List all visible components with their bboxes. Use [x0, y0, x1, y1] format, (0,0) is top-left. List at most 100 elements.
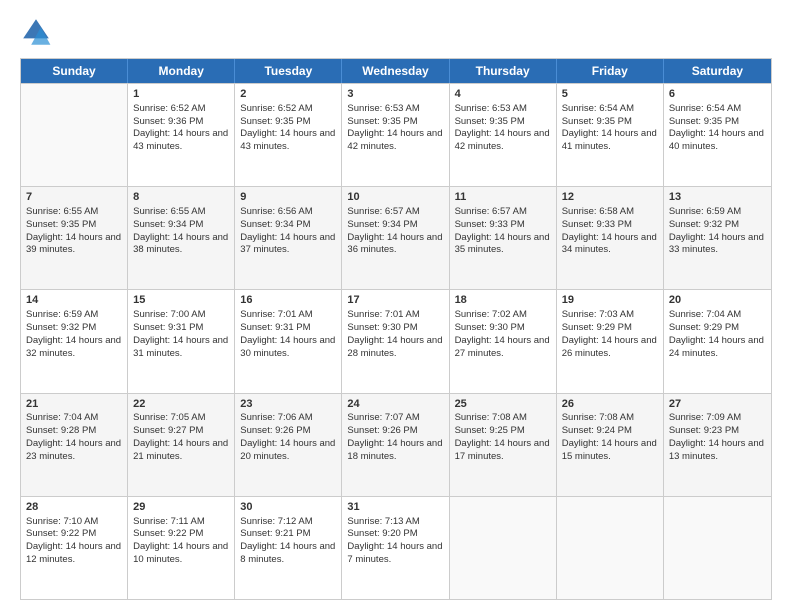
daylight: Daylight: 14 hours and 37 minutes.	[240, 232, 335, 256]
day-cell-28: 28Sunrise: 7:10 AMSunset: 9:22 PMDayligh…	[21, 497, 128, 599]
sunset: Sunset: 9:33 PM	[455, 219, 525, 230]
sunset: Sunset: 9:29 PM	[562, 322, 632, 333]
header-cell-tuesday: Tuesday	[235, 59, 342, 83]
sunrise: Sunrise: 6:59 AM	[669, 206, 741, 217]
header-cell-wednesday: Wednesday	[342, 59, 449, 83]
sunset: Sunset: 9:30 PM	[455, 322, 525, 333]
sunset: Sunset: 9:31 PM	[240, 322, 310, 333]
daylight: Daylight: 14 hours and 35 minutes.	[455, 232, 550, 256]
daylight: Daylight: 14 hours and 10 minutes.	[133, 541, 228, 565]
sunset: Sunset: 9:20 PM	[347, 528, 417, 539]
header-cell-thursday: Thursday	[450, 59, 557, 83]
daylight: Daylight: 14 hours and 7 minutes.	[347, 541, 442, 565]
daylight: Daylight: 14 hours and 41 minutes.	[562, 128, 657, 152]
sunrise: Sunrise: 7:00 AM	[133, 309, 205, 320]
calendar-body: 1Sunrise: 6:52 AMSunset: 9:36 PMDaylight…	[21, 83, 771, 599]
sunset: Sunset: 9:36 PM	[133, 116, 203, 127]
day-number: 24	[347, 397, 443, 412]
daylight: Daylight: 14 hours and 15 minutes.	[562, 438, 657, 462]
daylight: Daylight: 14 hours and 17 minutes.	[455, 438, 550, 462]
daylight: Daylight: 14 hours and 42 minutes.	[347, 128, 442, 152]
day-number: 1	[133, 87, 229, 102]
daylight: Daylight: 14 hours and 32 minutes.	[26, 335, 121, 359]
day-cell-11: 11Sunrise: 6:57 AMSunset: 9:33 PMDayligh…	[450, 187, 557, 289]
day-cell-8: 8Sunrise: 6:55 AMSunset: 9:34 PMDaylight…	[128, 187, 235, 289]
day-cell-9: 9Sunrise: 6:56 AMSunset: 9:34 PMDaylight…	[235, 187, 342, 289]
page: SundayMondayTuesdayWednesdayThursdayFrid…	[0, 0, 792, 612]
empty-cell	[664, 497, 771, 599]
day-cell-18: 18Sunrise: 7:02 AMSunset: 9:30 PMDayligh…	[450, 290, 557, 392]
daylight: Daylight: 14 hours and 23 minutes.	[26, 438, 121, 462]
empty-cell	[557, 497, 664, 599]
daylight: Daylight: 14 hours and 20 minutes.	[240, 438, 335, 462]
day-cell-1: 1Sunrise: 6:52 AM Sunset: 9:36 PMDaylight…	[128, 84, 235, 186]
sunset: Sunset: 9:35 PM	[669, 116, 739, 127]
day-cell-25: 25Sunrise: 7:08 AMSunset: 9:25 PMDayligh…	[450, 394, 557, 496]
day-cell-17: 17Sunrise: 7:01 AM Sunset: 9:30 PM Dayligh…	[342, 290, 449, 392]
day-number: 12	[562, 190, 658, 205]
day-cell-10: 10Sunrise: 6:57 AMSunset: 9:34 PMDayligh…	[342, 187, 449, 289]
day-number: 4	[455, 87, 551, 102]
sunrise: Sunrise: 7:08 AM	[562, 412, 634, 423]
day-number: 26	[562, 397, 658, 412]
daylight: Daylight: 14 hours and 24 minutes.	[669, 335, 764, 359]
day-number: 9	[240, 190, 336, 205]
day-number: 22	[133, 397, 229, 412]
day-number: 10	[347, 190, 443, 205]
day-number: 20	[669, 293, 766, 308]
daylight: Daylight: 14 hours and 33 minutes.	[669, 232, 764, 256]
sunrise: Sunrise: 6:54 AM	[562, 103, 634, 114]
sunset: Sunset: 9:32 PM	[669, 219, 739, 230]
day-cell-13: 13Sunrise: 6:59 AM Sunset: 9:32 PM Dayligh…	[664, 187, 771, 289]
sunrise: Sunrise: 6:53 AM	[455, 103, 527, 114]
day-number: 21	[26, 397, 122, 412]
day-number: 15	[133, 293, 229, 308]
sunrise: Sunrise: 7:06 AM	[240, 412, 312, 423]
sunset: Sunset: 9:26 PM	[240, 425, 310, 436]
day-number: 7	[26, 190, 122, 205]
sunset: Sunset: 9:32 PM	[26, 322, 96, 333]
day-cell-24: 24Sunrise: 7:07 AMSunset: 9:26 PMDayligh…	[342, 394, 449, 496]
day-cell-31: 31Sunrise: 7:13 AMSunset: 9:20 PMDayligh…	[342, 497, 449, 599]
sunset: Sunset: 9:35 PM	[347, 116, 417, 127]
daylight: Daylight: 14 hours and 40 minutes.	[669, 128, 764, 152]
sunrise: Sunrise: 7:10 AM	[26, 516, 98, 527]
daylight: Daylight: 14 hours and 28 minutes.	[347, 335, 442, 359]
day-number: 13	[669, 190, 766, 205]
day-cell-23: 23Sunrise: 7:06 AMSunset: 9:26 PMDayligh…	[235, 394, 342, 496]
sunset: Sunset: 9:21 PM	[240, 528, 310, 539]
day-number: 29	[133, 500, 229, 515]
day-number: 19	[562, 293, 658, 308]
daylight: Daylight: 14 hours and 26 minutes.	[562, 335, 657, 359]
sunrise: Sunrise: 7:01 AM	[347, 309, 419, 320]
sunset: Sunset: 9:29 PM	[669, 322, 739, 333]
sunset: Sunset: 9:35 PM	[562, 116, 632, 127]
calendar-row-3: 14Sunrise: 6:59 AMSunset: 9:32 PMDayligh…	[21, 289, 771, 392]
day-number: 25	[455, 397, 551, 412]
sunset: Sunset: 9:35 PM	[240, 116, 310, 127]
sunset: Sunset: 9:30 PM	[347, 322, 417, 333]
sunrise: Sunrise: 6:52 AM	[133, 103, 205, 114]
sunrise: Sunrise: 6:57 AM	[347, 206, 419, 217]
sunrise: Sunrise: 7:08 AM	[455, 412, 527, 423]
calendar-row-1: 1Sunrise: 6:52 AMSunset: 9:36 PMDaylight…	[21, 83, 771, 186]
header-cell-friday: Friday	[557, 59, 664, 83]
day-cell-20: 20Sunrise: 7:04 AMSunset: 9:29 PMDayligh…	[664, 290, 771, 392]
sunrise: Sunrise: 7:04 AM	[26, 412, 98, 423]
daylight: Daylight: 14 hours and 30 minutes.	[240, 335, 335, 359]
day-number: 27	[669, 397, 766, 412]
calendar-row-5: 28Sunrise: 7:10 AMSunset: 9:22 PMDayligh…	[21, 496, 771, 599]
day-number: 17	[347, 293, 443, 308]
sunset: Sunset: 9:27 PM	[133, 425, 203, 436]
header-cell-monday: Monday	[128, 59, 235, 83]
daylight: Daylight: 14 hours and 43 minutes.	[133, 128, 228, 152]
day-cell-14: 14Sunrise: 6:59 AMSunset: 9:32 PMDayligh…	[21, 290, 128, 392]
calendar-row-4: 21Sunrise: 7:04 AMSunset: 9:28 PMDayligh…	[21, 393, 771, 496]
sunrise: Sunrise: 7:01 AM	[240, 309, 312, 320]
day-number: 11	[455, 190, 551, 205]
empty-cell	[450, 497, 557, 599]
sunset: Sunset: 9:33 PM	[562, 219, 632, 230]
day-number: 3	[347, 87, 443, 102]
sunrise: Sunrise: 6:56 AM	[240, 206, 312, 217]
daylight: Daylight: 14 hours and 31 minutes.	[133, 335, 228, 359]
